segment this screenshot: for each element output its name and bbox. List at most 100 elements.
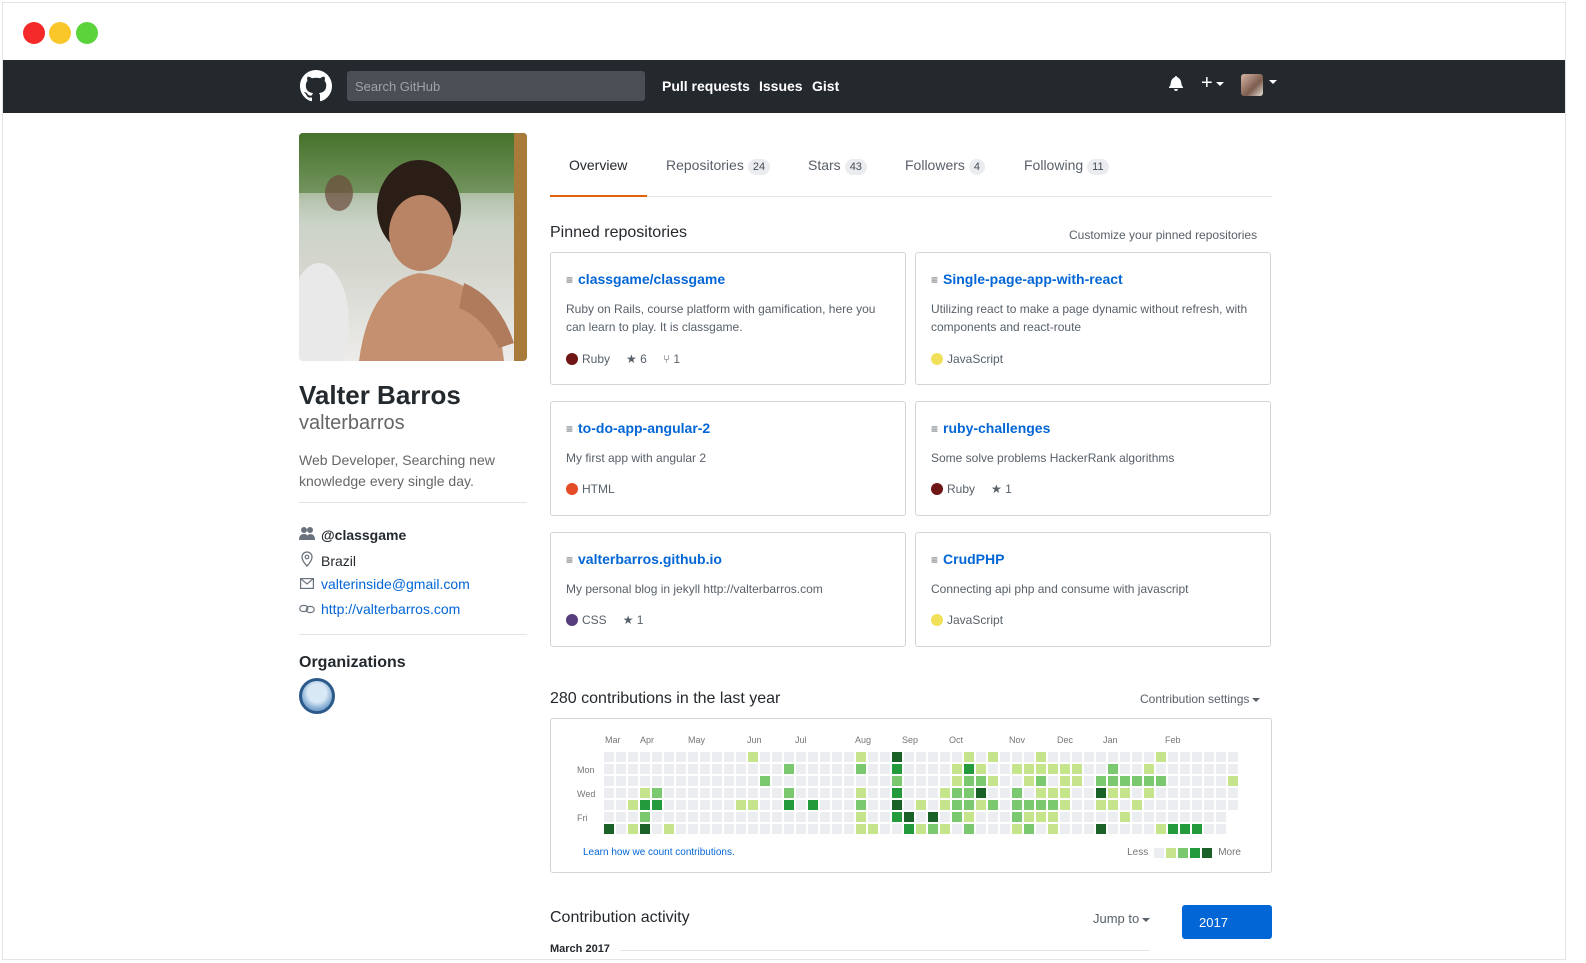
contribution-day[interactable] — [796, 788, 806, 798]
contribution-day[interactable] — [940, 812, 950, 822]
contribution-day[interactable] — [1000, 812, 1010, 822]
contribution-day[interactable] — [712, 800, 722, 810]
contribution-day[interactable] — [1156, 776, 1166, 786]
contribution-day[interactable] — [772, 812, 782, 822]
repo-link[interactable]: ≡ valterbarros.github.io — [566, 551, 722, 567]
contribution-day[interactable] — [964, 824, 974, 834]
contribution-day[interactable] — [604, 800, 614, 810]
contribution-day[interactable] — [1000, 788, 1010, 798]
contribution-day[interactable] — [1048, 776, 1058, 786]
contribution-day[interactable] — [868, 824, 878, 834]
contribution-day[interactable] — [1108, 764, 1118, 774]
contribution-day[interactable] — [832, 800, 842, 810]
contribution-day[interactable] — [604, 752, 614, 762]
contribution-day[interactable] — [940, 788, 950, 798]
repo-link[interactable]: ≡ Single-page-app-with-react — [931, 271, 1123, 287]
contribution-day[interactable] — [916, 812, 926, 822]
contribution-day[interactable] — [1108, 776, 1118, 786]
contribution-day[interactable] — [700, 764, 710, 774]
contribution-day[interactable] — [772, 776, 782, 786]
contribution-day[interactable] — [628, 764, 638, 774]
contribution-day[interactable] — [1060, 764, 1070, 774]
contribution-day[interactable] — [760, 812, 770, 822]
contribution-day[interactable] — [904, 764, 914, 774]
contribution-day[interactable] — [664, 824, 674, 834]
contribution-day[interactable] — [1180, 812, 1190, 822]
contribution-day[interactable] — [1048, 824, 1058, 834]
contribution-day[interactable] — [940, 764, 950, 774]
contribution-day[interactable] — [784, 824, 794, 834]
contribution-day[interactable] — [628, 788, 638, 798]
contribution-day[interactable] — [988, 788, 998, 798]
contribution-day[interactable] — [700, 824, 710, 834]
contribution-day[interactable] — [868, 764, 878, 774]
contribution-day[interactable] — [844, 824, 854, 834]
bell-icon[interactable] — [1169, 75, 1183, 96]
contribution-day[interactable] — [652, 776, 662, 786]
repo-link[interactable]: ≡ classgame/classgame — [566, 271, 725, 287]
contribution-day[interactable] — [988, 812, 998, 822]
contribution-day[interactable] — [940, 776, 950, 786]
repo-stars[interactable]: ★ 1 — [991, 482, 1012, 496]
contribution-day[interactable] — [724, 788, 734, 798]
contribution-day[interactable] — [1096, 752, 1106, 762]
contribution-day[interactable] — [928, 752, 938, 762]
contribution-day[interactable] — [1024, 812, 1034, 822]
contribution-day[interactable] — [1144, 824, 1154, 834]
contribution-day[interactable] — [1180, 776, 1190, 786]
contribution-day[interactable] — [628, 812, 638, 822]
create-new-button[interactable]: + — [1201, 72, 1224, 95]
contribution-day[interactable] — [640, 764, 650, 774]
contribution-day[interactable] — [1144, 752, 1154, 762]
contribution-day[interactable] — [616, 764, 626, 774]
contribution-day[interactable] — [700, 812, 710, 822]
contribution-day[interactable] — [916, 800, 926, 810]
email-link[interactable]: valterinside@gmail.com — [321, 576, 470, 592]
contribution-day[interactable] — [964, 776, 974, 786]
contribution-day[interactable] — [784, 752, 794, 762]
contribution-day[interactable] — [724, 752, 734, 762]
contribution-day[interactable] — [1048, 812, 1058, 822]
contribution-day[interactable] — [616, 812, 626, 822]
contribution-day[interactable] — [760, 824, 770, 834]
contribution-day[interactable] — [1036, 800, 1046, 810]
contribution-day[interactable] — [712, 824, 722, 834]
tab-followers[interactable]: Followers 4 — [905, 157, 986, 175]
contribution-day[interactable] — [748, 752, 758, 762]
contribution-day[interactable] — [952, 812, 962, 822]
contribution-day[interactable] — [760, 776, 770, 786]
contribution-day[interactable] — [772, 764, 782, 774]
contribution-day[interactable] — [628, 800, 638, 810]
contribution-day[interactable] — [1120, 812, 1130, 822]
contribution-day[interactable] — [640, 776, 650, 786]
contribution-day[interactable] — [1096, 800, 1106, 810]
jump-to-dropdown[interactable]: Jump to — [1093, 911, 1151, 926]
contribution-day[interactable] — [1108, 788, 1118, 798]
contribution-day[interactable] — [760, 788, 770, 798]
contribution-day[interactable] — [700, 752, 710, 762]
contribution-day[interactable] — [1120, 764, 1130, 774]
contribution-day[interactable] — [832, 788, 842, 798]
contribution-day[interactable] — [688, 788, 698, 798]
contribution-day[interactable] — [832, 752, 842, 762]
contribution-day[interactable] — [1036, 812, 1046, 822]
contribution-day[interactable] — [1192, 824, 1202, 834]
contribution-day[interactable] — [1204, 776, 1214, 786]
contribution-day[interactable] — [1072, 824, 1082, 834]
contribution-day[interactable] — [880, 764, 890, 774]
contribution-day[interactable] — [1144, 800, 1154, 810]
contribution-day[interactable] — [844, 752, 854, 762]
repo-link[interactable]: ≡ ruby-challenges — [931, 420, 1050, 436]
contribution-day[interactable] — [1132, 812, 1142, 822]
contribution-day[interactable] — [796, 824, 806, 834]
contribution-day[interactable] — [1120, 788, 1130, 798]
contribution-day[interactable] — [1216, 764, 1226, 774]
contribution-day[interactable] — [1048, 800, 1058, 810]
contribution-day[interactable] — [988, 764, 998, 774]
contribution-day[interactable] — [1084, 788, 1094, 798]
organization-link[interactable]: @classgame — [321, 527, 406, 543]
contribution-day[interactable] — [652, 824, 662, 834]
contribution-day[interactable] — [976, 824, 986, 834]
contribution-day[interactable] — [712, 812, 722, 822]
contribution-day[interactable] — [1120, 824, 1130, 834]
